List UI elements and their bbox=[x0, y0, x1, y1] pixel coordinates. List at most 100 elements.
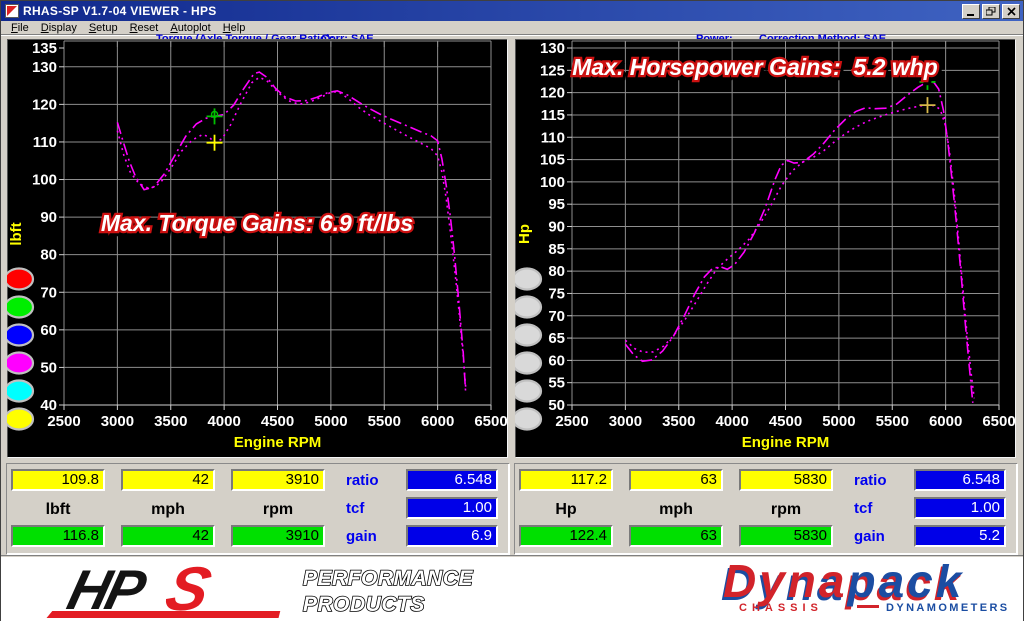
channel-button-5[interactable] bbox=[515, 381, 541, 402]
minimize-icon bbox=[966, 7, 976, 16]
cursor-marker bbox=[207, 135, 223, 151]
y-tick-label: 110 bbox=[33, 134, 57, 151]
y-tick-label: 75 bbox=[548, 285, 565, 302]
channel-button-2[interactable] bbox=[7, 297, 33, 318]
minimize-button[interactable] bbox=[962, 4, 980, 19]
channel-button-3[interactable] bbox=[7, 325, 33, 346]
tcf-label: tcf bbox=[346, 500, 364, 517]
menu-help[interactable]: Help bbox=[217, 22, 252, 34]
menu-display[interactable]: Display bbox=[35, 22, 83, 34]
run2-value-box: 63 bbox=[629, 525, 723, 547]
x-tick-label: 2500 bbox=[47, 413, 80, 430]
cursor-value-box: 5830 bbox=[739, 469, 833, 491]
menu-autoplot[interactable]: Autoplot bbox=[164, 22, 216, 34]
unit-label: mph bbox=[121, 501, 215, 519]
y-tick-label: 55 bbox=[548, 375, 565, 392]
channel-button-6[interactable] bbox=[7, 409, 33, 430]
y-tick-label: 50 bbox=[40, 359, 57, 376]
y-tick-label: 60 bbox=[548, 352, 565, 369]
x-tick-label: 5000 bbox=[822, 413, 855, 430]
y-tick-label: 70 bbox=[40, 284, 57, 301]
menu-setup[interactable]: Setup bbox=[83, 22, 124, 34]
ratio-label: ratio bbox=[346, 472, 379, 489]
run2-value-box: 5830 bbox=[739, 525, 833, 547]
x-tick-label: 5000 bbox=[314, 413, 347, 430]
torque-readout-panel: 109.8 42 3910 lbft mph rpm 116.8 42 3910… bbox=[6, 463, 509, 554]
torque-chart: 2500300035004000450050005500600065001351… bbox=[7, 39, 507, 457]
x-tick-label: 6000 bbox=[421, 413, 454, 430]
tcf-label: tcf bbox=[854, 500, 872, 517]
channel-button-6[interactable] bbox=[515, 409, 541, 430]
y-tick-label: 50 bbox=[548, 397, 565, 414]
cursor-marker bbox=[919, 97, 935, 113]
cursor-value-box: 3910 bbox=[231, 469, 325, 491]
cursor-marker bbox=[207, 108, 223, 124]
power-readout-panel: 117.2 63 5830 Hp mph rpm 122.4 63 5830 r… bbox=[514, 463, 1017, 554]
channel-button-1[interactable] bbox=[515, 269, 541, 290]
dynamometers-text: DYNAMOMETERS bbox=[886, 602, 1010, 614]
channel-button-5[interactable] bbox=[7, 381, 33, 402]
ratio-value-box: 6.548 bbox=[406, 469, 498, 491]
x-tick-label: 5500 bbox=[368, 413, 401, 430]
close-icon bbox=[1007, 7, 1016, 16]
title-bar[interactable]: RHAS-SP V1.7-04 VIEWER - HPS bbox=[1, 1, 1023, 21]
cursor-value-box: 63 bbox=[629, 469, 723, 491]
hps-products-text: PRODUCTS bbox=[303, 593, 425, 616]
chassis-text: CHASSIS bbox=[739, 602, 823, 614]
y-tick-label: 90 bbox=[548, 219, 565, 236]
y-tick-label: 110 bbox=[541, 129, 565, 146]
gain-value-box: 6.9 bbox=[406, 525, 498, 547]
y-tick-label: 100 bbox=[32, 172, 57, 189]
ratio-value-box: 6.548 bbox=[914, 469, 1006, 491]
y-axis-title: Hp bbox=[516, 224, 533, 244]
channel-button-2[interactable] bbox=[515, 297, 541, 318]
menu-reset[interactable]: Reset bbox=[124, 22, 165, 34]
run2-value-box: 42 bbox=[121, 525, 215, 547]
logo-band: HP S PERFORMANCE PRODUCTS Dynapack Dynap… bbox=[1, 558, 1023, 621]
tcf-value-box: 1.00 bbox=[406, 497, 498, 519]
gain-value-box: 5.2 bbox=[914, 525, 1006, 547]
channel-button-4[interactable] bbox=[515, 353, 541, 374]
app-icon bbox=[5, 4, 19, 18]
run2-value-box: 122.4 bbox=[519, 525, 613, 547]
unit-label: Hp bbox=[519, 501, 613, 519]
run2-value-box: 116.8 bbox=[11, 525, 105, 547]
unit-label: lbft bbox=[11, 501, 105, 519]
curve-baseline bbox=[625, 105, 974, 398]
y-tick-label: 125 bbox=[540, 62, 565, 79]
y-tick-label: 70 bbox=[548, 308, 565, 325]
unit-label: rpm bbox=[231, 501, 325, 519]
x-tick-label: 4000 bbox=[715, 413, 748, 430]
ratio-label: ratio bbox=[854, 472, 887, 489]
y-tick-label: 95 bbox=[548, 196, 565, 213]
x-tick-label: 3000 bbox=[101, 413, 134, 430]
y-tick-label: 80 bbox=[40, 247, 57, 264]
y-tick-label: 40 bbox=[40, 397, 57, 414]
app-window: RHAS-SP V1.7-04 VIEWER - HPS File Displa… bbox=[0, 0, 1024, 621]
y-tick-label: 130 bbox=[540, 40, 565, 57]
y-tick-label: 100 bbox=[540, 174, 565, 191]
close-button[interactable] bbox=[1002, 4, 1020, 19]
y-tick-label: 120 bbox=[540, 85, 565, 102]
x-axis-title: Engine RPM bbox=[742, 434, 830, 451]
y-tick-label: 120 bbox=[32, 96, 57, 113]
channel-button-4[interactable] bbox=[7, 353, 33, 374]
restore-icon bbox=[986, 7, 996, 16]
restore-button[interactable] bbox=[982, 4, 1000, 19]
y-tick-label: 135 bbox=[32, 40, 57, 57]
y-tick-label: 90 bbox=[40, 209, 57, 226]
menu-file[interactable]: File bbox=[5, 22, 35, 34]
x-tick-label: 3000 bbox=[609, 413, 642, 430]
y-tick-label: 60 bbox=[40, 322, 57, 339]
x-tick-label: 5500 bbox=[876, 413, 909, 430]
x-tick-label: 3500 bbox=[154, 413, 187, 430]
dynapack-dash bbox=[857, 605, 879, 608]
x-tick-label: 6000 bbox=[929, 413, 962, 430]
dynapack-main-text: Dynapack bbox=[723, 564, 964, 607]
x-tick-label: 4000 bbox=[207, 413, 240, 430]
gain-label: gain bbox=[346, 528, 377, 545]
channel-button-3[interactable] bbox=[515, 325, 541, 346]
hps-logo: HP S PERFORMANCE PRODUCTS bbox=[25, 560, 475, 620]
y-tick-label: 65 bbox=[548, 330, 565, 347]
channel-button-1[interactable] bbox=[7, 269, 33, 290]
